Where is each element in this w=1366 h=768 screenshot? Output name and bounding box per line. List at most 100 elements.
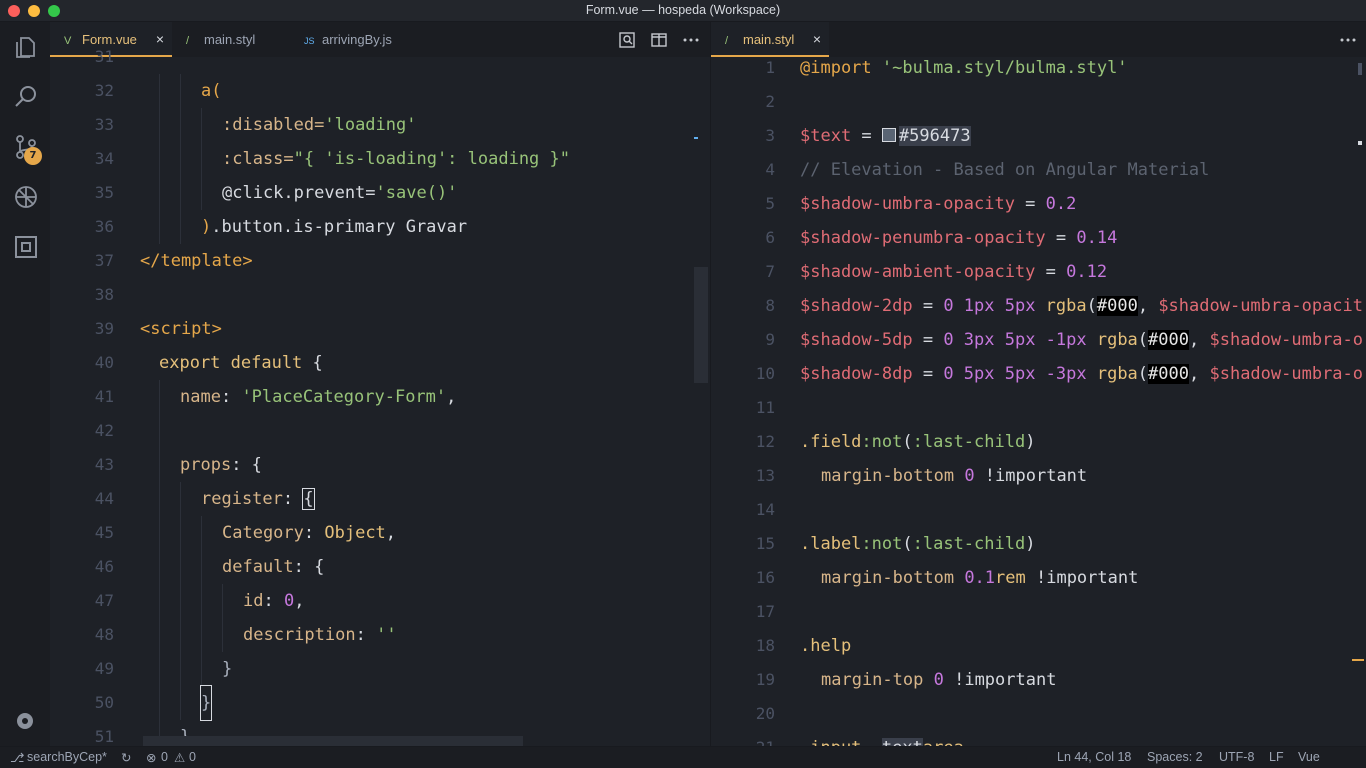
line-number: 7 <box>765 262 775 281</box>
code-text: margin-bottom 0.1rem !important <box>821 568 1139 588</box>
code-text: <script> <box>140 319 222 339</box>
line-number: 42 <box>94 421 114 440</box>
code-text: export default { <box>159 353 323 373</box>
close-icon[interactable]: × <box>156 22 164 57</box>
line-number: 17 <box>755 602 775 621</box>
open-changes-icon[interactable] <box>618 31 636 49</box>
code-text: $text = #596473 <box>800 126 971 146</box>
editor-group-right: / main.styl × 1 @import '~bulma.styl/bulma… <box>710 22 1366 746</box>
line-number: 37 <box>94 251 114 270</box>
code-text: } <box>199 685 213 721</box>
code-text: } <box>222 659 233 679</box>
settings-gear-icon[interactable] <box>14 710 36 732</box>
horizontal-scrollbar[interactable] <box>143 736 523 746</box>
line-number: 2 <box>765 92 775 111</box>
line-number: 33 <box>94 115 114 134</box>
activity-bar: 7 <box>0 22 50 746</box>
line-number: 19 <box>755 670 775 689</box>
branch-icon: ⎇ <box>10 751 25 765</box>
tab-arriving-by-js[interactable]: JS arrivingBy.js <box>290 22 428 57</box>
line-number: 50 <box>94 693 114 712</box>
line-number: 44 <box>94 489 114 508</box>
scroll-marker <box>694 137 698 139</box>
line-ending[interactable]: LF <box>1269 750 1284 764</box>
line-number: 16 <box>755 568 775 587</box>
search-icon[interactable] <box>13 84 39 110</box>
vertical-scrollbar[interactable] <box>694 267 708 383</box>
encoding[interactable]: UTF-8 <box>1219 750 1254 764</box>
code-text: margin-bottom 0 !important <box>821 466 1088 486</box>
line-number: 38 <box>94 285 114 304</box>
line-number: 13 <box>755 466 775 485</box>
code-text: $shadow-ambient-opacity = 0.12 <box>800 262 1108 282</box>
line-number: 9 <box>765 330 775 349</box>
line-number: 41 <box>94 387 114 406</box>
sync-icon[interactable]: ↻ <box>121 750 131 765</box>
line-number: 3 <box>765 126 775 145</box>
cursor-position[interactable]: Ln 44, Col 18 <box>1057 750 1131 764</box>
code-text: .help <box>800 636 852 656</box>
tab-label: main.styl <box>204 32 256 47</box>
line-number: 36 <box>94 217 114 236</box>
code-text: margin-top 0 !important <box>821 670 1057 690</box>
status-bar: ⎇ searchByCep* ↻ ⊗ 0 ⚠ 0 Ln 44, Col 18 S… <box>0 746 1366 768</box>
line-number: 48 <box>94 625 114 644</box>
line-number: 6 <box>765 228 775 247</box>
line-number: 1 <box>765 58 775 77</box>
code-text: default: { <box>222 557 325 577</box>
line-number: 11 <box>755 398 775 417</box>
line-number: 10 <box>755 364 775 383</box>
line-number: 51 <box>94 727 114 746</box>
tab-bar-left: V Form.vue × / main.styl JS arrivingBy.js <box>50 22 710 57</box>
editor-group-left: V Form.vue × / main.styl JS arrivingBy.js 3… <box>50 22 710 746</box>
title-bar: Form.vue — hospeda (Workspace) <box>0 0 1366 22</box>
line-number: 15 <box>755 534 775 553</box>
language-mode[interactable]: Vue <box>1298 750 1320 764</box>
code-editor-right[interactable]: 1 @import '~bulma.styl/bulma.styl' 2 3 $te… <box>711 57 1366 746</box>
line-number: 46 <box>94 557 114 576</box>
code-text: $shadow-penumbra-opacity = 0.14 <box>800 228 1118 248</box>
code-text: $shadow-5dp = 0 3px 5px -1px rgba(#000, … <box>800 330 1364 350</box>
line-number: 8 <box>765 296 775 315</box>
more-actions-icon[interactable] <box>1339 31 1357 49</box>
line-number: 12 <box>755 432 775 451</box>
code-text: .label:not(:last-child) <box>800 534 1036 554</box>
line-number: 14 <box>755 500 775 519</box>
line-number: 32 <box>94 81 114 100</box>
line-number: 45 <box>94 523 114 542</box>
code-text: :class="{ 'is-loading': loading }" <box>222 149 570 169</box>
code-text: @import '~bulma.styl/bulma.styl' <box>800 58 1128 78</box>
debug-icon[interactable] <box>13 184 39 210</box>
error-count[interactable]: 0 <box>161 750 168 764</box>
split-editor-icon[interactable] <box>650 31 668 49</box>
explorer-icon[interactable] <box>13 34 39 60</box>
color-swatch <box>881 128 896 142</box>
line-number: 47 <box>94 591 114 610</box>
line-number: 43 <box>94 455 114 474</box>
scm-badge: 7 <box>24 147 42 165</box>
code-text: ).button.is-primary Gravar <box>201 217 468 237</box>
code-text: // Elevation - Based on Angular Material <box>800 160 1210 180</box>
code-text: @click.prevent='save()' <box>222 183 458 203</box>
line-number: 18 <box>755 636 775 655</box>
git-branch[interactable]: searchByCep* <box>27 750 107 764</box>
code-text: </template> <box>140 251 253 271</box>
line-number: 31 <box>94 47 114 66</box>
code-text: $shadow-8dp = 0 5px 5px -3px rgba(#000, … <box>800 364 1364 384</box>
line-number: 35 <box>94 183 114 202</box>
extensions-icon[interactable] <box>13 234 39 260</box>
warning-count[interactable]: 0 <box>189 750 196 764</box>
line-number: 21 <box>711 731 775 746</box>
line-number: 5 <box>765 194 775 213</box>
code-text: name: 'PlaceCategory-Form', <box>180 387 457 407</box>
indentation[interactable]: Spaces: 2 <box>1147 750 1203 764</box>
tab-main-styl[interactable]: / main.styl <box>172 22 290 57</box>
code-editor-left[interactable]: 31 32 a( 33:disabled='loading' 34:class="… <box>50 47 710 746</box>
code-text: id: 0, <box>243 591 305 611</box>
code-text: $shadow-2dp = 0 1px 5px rgba(#000, $shad… <box>800 296 1364 316</box>
scrollbar-marker <box>1352 659 1364 661</box>
more-actions-icon[interactable] <box>682 31 700 49</box>
code-text: props: { <box>180 455 262 475</box>
line-number: 40 <box>94 353 114 372</box>
code-text: .field:not(:last-child) <box>800 432 1036 452</box>
